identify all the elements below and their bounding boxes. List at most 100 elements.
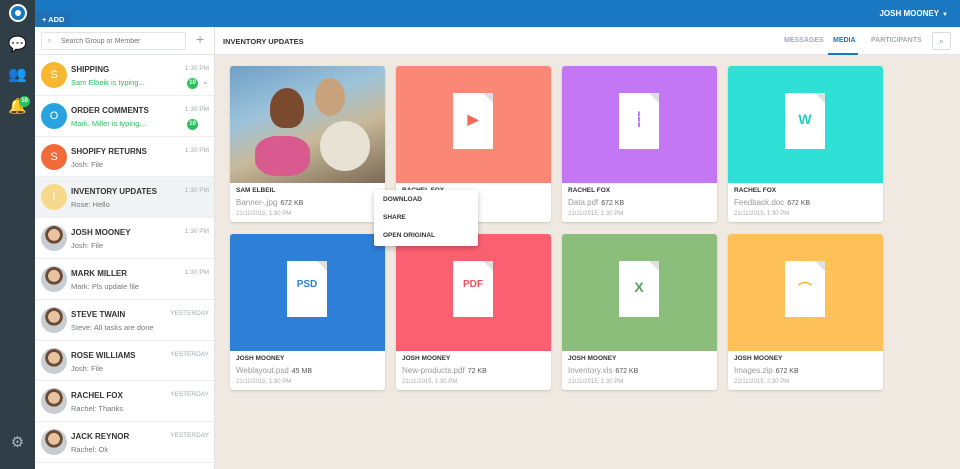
file-name: Data.pdf: [568, 198, 599, 207]
caret-down-icon: ▼: [942, 12, 948, 18]
media-card[interactable]: SAM ELBEIL Banner-.jpg 672 KB 21/11/2015, 1…: [230, 66, 385, 222]
open-original-menu-item[interactable]: OPEN ORIGINAL: [383, 232, 435, 239]
media-card[interactable]: PDF JOSH MOONEY New-products.pdf 72 KB 21/11…: [396, 234, 551, 390]
file-thumbnail[interactable]: ┆: [562, 66, 717, 183]
media-card[interactable]: ⌒ JOSH MOONEY Images.zip 672 KB 22/11/2015, …: [728, 234, 883, 390]
file-thumbnail[interactable]: ⌒: [728, 234, 883, 351]
chat-last-message: Steve: All tasks are done: [71, 322, 154, 332]
file-type-glyph: W: [798, 111, 812, 127]
search-icon: ⌕: [47, 35, 53, 45]
search-row: ⌕ +: [35, 27, 214, 55]
avatar: [41, 388, 67, 415]
avatar: S: [41, 62, 67, 88]
avatar: [41, 306, 67, 333]
chat-timestamp: 1:30 PM: [184, 105, 209, 113]
file-thumbnail[interactable]: W: [728, 66, 883, 183]
chat-list: ⌕ + S SHIPPING Sam Elbeik is typing... 1:30…: [35, 27, 215, 469]
file-size: 672 KB: [280, 200, 304, 207]
new-chat-plus-button[interactable]: +: [196, 31, 204, 47]
file-date: 21/11/2015, 1:30 PM: [236, 211, 292, 217]
attach-file-icon: ⌒: [785, 261, 825, 317]
add-button[interactable]: + ADD: [36, 13, 71, 27]
sender-name: RACHEL FOX: [734, 187, 777, 194]
header-search-icon[interactable]: ⌕: [932, 32, 951, 50]
chat-last-message: Rachel: Thanks: [71, 404, 123, 414]
media-card[interactable]: X JOSH MOONEY Inventory.xls 672 KB 21/11/201…: [562, 234, 717, 390]
chat-last-message: Josh: File: [71, 241, 104, 251]
chat-last-message: Rachel: Ok: [71, 445, 109, 455]
avatar: [41, 265, 67, 292]
tab-participants[interactable]: PARTICIPANTS: [871, 37, 922, 44]
share-menu-item[interactable]: SHARE: [383, 214, 406, 221]
file-size: 672 KB: [787, 200, 811, 207]
avatar: [41, 347, 67, 374]
file-date: 21/11/2015, 1:30 PM: [236, 379, 292, 385]
chat-items: S SHIPPING Sam Elbeik is typing... 1:30 PM 1…: [35, 55, 214, 463]
chat-last-message: Mark. Miller is typing...: [71, 118, 146, 128]
file-thumbnail[interactable]: PSD: [230, 234, 385, 351]
chat-name: JOSH MOONEY: [71, 228, 131, 238]
file-info: New-products.pdf 72 KB: [402, 366, 487, 375]
zip-file-icon: ┆: [619, 93, 659, 149]
app-logo-icon[interactable]: [9, 4, 27, 22]
file-thumbnail[interactable]: X: [562, 234, 717, 351]
chat-name: STEVE TWAIN: [71, 309, 126, 319]
left-rail: 💬 👥 🔔 10 ⚙: [0, 0, 35, 469]
chat-list-item[interactable]: JOSH MOONEY Josh: File 1:30 PM: [35, 218, 214, 259]
chat-list-item[interactable]: JACK REYNOR Rachel: Ok YESTERDAY: [35, 422, 214, 463]
tab-media[interactable]: MEDIA: [833, 37, 856, 44]
photo-thumbnail[interactable]: [230, 66, 385, 183]
file-name: Images.zip: [734, 366, 773, 375]
chat-timestamp: YESTERDAY: [170, 350, 209, 358]
user-name: JOSH MOONEY: [879, 9, 940, 18]
chat-name: SHOPIFY RETURNS: [71, 146, 147, 156]
chat-timestamp: 1:30 PM: [184, 228, 209, 236]
sender-name: JOSH MOONEY: [734, 355, 783, 362]
media-card[interactable]: PSD JOSH MOONEY Weblayout.psd 45 MB 21/11/20…: [230, 234, 385, 390]
chat-bubble-icon[interactable]: 💬: [0, 35, 35, 53]
avatar: [41, 225, 67, 252]
search-box[interactable]: ⌕: [41, 32, 186, 50]
file-type-glyph: PSD: [296, 279, 318, 290]
sender-name: JOSH MOONEY: [236, 355, 285, 362]
psd-file-icon: PSD: [287, 261, 327, 317]
file-thumbnail[interactable]: ▶: [396, 66, 551, 183]
chat-last-message: Josh: File: [71, 363, 104, 373]
download-menu-item[interactable]: DOWNLOAD: [383, 196, 422, 203]
chat-name: INVENTORY UPDATES: [71, 187, 157, 197]
tab-messages[interactable]: MESSAGES: [784, 37, 824, 44]
chevron-down-icon[interactable]: ⌄: [202, 77, 209, 86]
chat-list-item[interactable]: MARK MILLER Mark: Pls update file 1:30 PM: [35, 259, 214, 300]
photo-shape: [255, 136, 310, 176]
file-info: Feedback.doc 672 KB: [734, 198, 810, 207]
chat-list-item[interactable]: O ORDER COMMENTS Mark. Miller is typing...…: [35, 96, 214, 137]
chat-list-item[interactable]: ROSE WILLIAMS Josh: File YESTERDAY: [35, 341, 214, 382]
user-menu[interactable]: JOSH MOONEY ▼: [879, 9, 948, 18]
search-input[interactable]: [61, 35, 181, 47]
doc-file-icon: W: [785, 93, 825, 149]
chat-list-item[interactable]: I INVENTORY UPDATES Rose: Hello 1:30 PM: [35, 177, 214, 219]
chat-name: ROSE WILLIAMS: [71, 350, 136, 360]
chat-list-item[interactable]: S SHOPIFY RETURNS Josh: File 1:30 PM: [35, 137, 214, 178]
chat-timestamp: 1:30 PM: [184, 146, 209, 154]
chat-list-item[interactable]: S SHIPPING Sam Elbeik is typing... 1:30 PM 1…: [35, 55, 214, 96]
file-thumbnail[interactable]: PDF: [396, 234, 551, 351]
chat-last-message: Josh: File: [71, 159, 104, 169]
media-card[interactable]: ┆ RACHEL FOX Data.pdf 672 KB 21/11/2015, 1:3…: [562, 66, 717, 222]
file-info: Banner-.jpg 672 KB: [236, 198, 303, 207]
chat-name: RACHEL FOX: [71, 391, 123, 401]
chat-timestamp: 1:30 PM: [184, 187, 209, 195]
file-name: New-products.pdf: [402, 366, 465, 375]
chat-timestamp: YESTERDAY: [170, 391, 209, 399]
file-info: Inventory.xls 672 KB: [568, 366, 638, 375]
chat-list-item[interactable]: RACHEL FOX Rachel: Thanks YESTERDAY: [35, 381, 214, 423]
file-date: 22/11/2015, 2:30 PM: [734, 379, 790, 385]
chat-name: ORDER COMMENTS: [71, 105, 149, 115]
file-date: 21/11/2015, 1:30 PM: [568, 211, 624, 217]
chat-list-item[interactable]: STEVE TWAIN Steve: All tasks are done YEST…: [35, 300, 214, 341]
file-type-glyph: X: [634, 279, 644, 295]
contacts-icon[interactable]: 👥: [0, 65, 35, 83]
settings-gear-icon[interactable]: ⚙: [0, 433, 35, 451]
chat-timestamp: 1:30 PM: [184, 268, 209, 276]
media-card[interactable]: W RACHEL FOX Feedback.doc 672 KB 21/11/2015,…: [728, 66, 883, 222]
